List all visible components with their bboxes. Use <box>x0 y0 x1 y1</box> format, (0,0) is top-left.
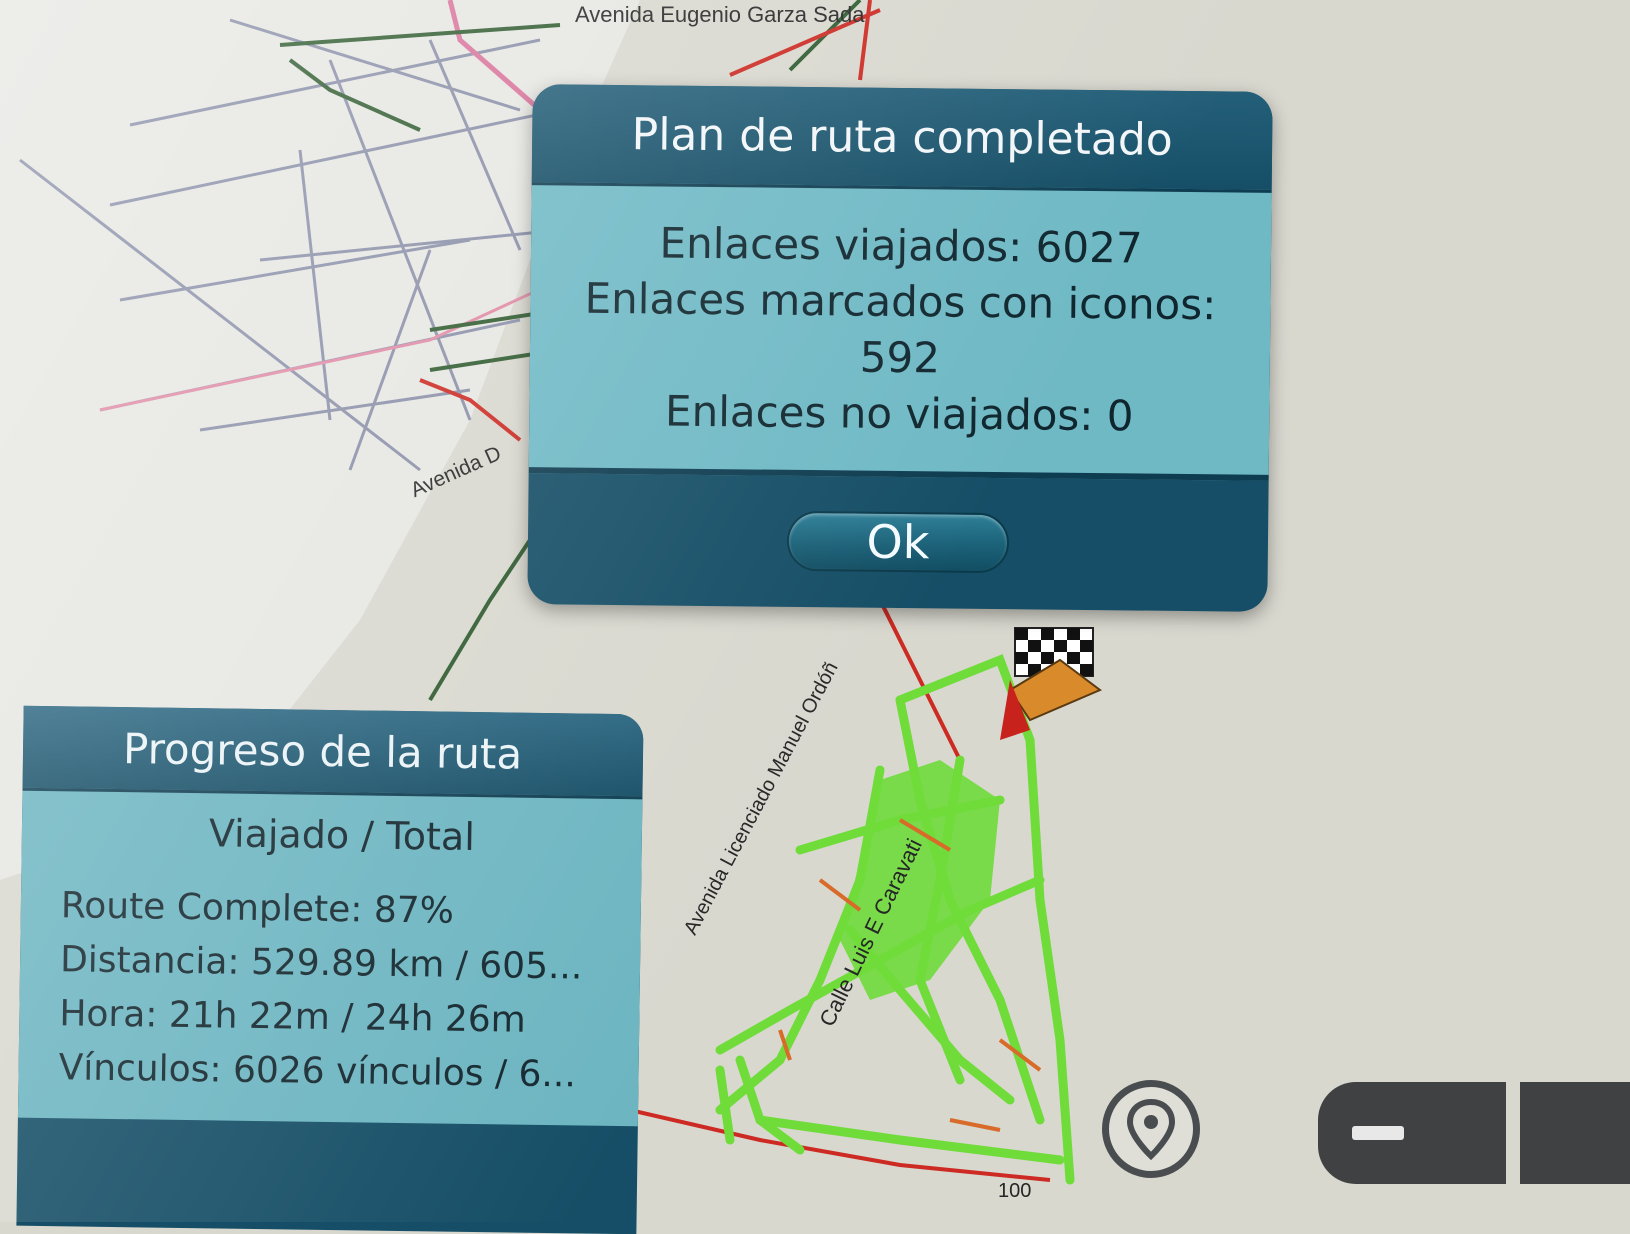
links-marked-text: Enlaces marcados con iconos: <box>584 273 1217 330</box>
road-number-label: 100 <box>998 1180 1032 1202</box>
ok-button[interactable]: Ok <box>786 510 1010 574</box>
links-not-traveled-text: Enlaces no viajados: 0 <box>664 386 1134 441</box>
dialog-title: Plan de ruta completado <box>531 84 1273 190</box>
route-completed-dialog: Plan de ruta completado Enlaces viajados… <box>527 84 1273 612</box>
street-label-garza-sada: Avenida Eugenio Garza Sada <box>575 2 865 27</box>
zoom-out-button[interactable] <box>1318 1082 1506 1184</box>
progress-title: Progreso de la ruta <box>22 705 644 797</box>
distance-row: Distancia: 529.89 km / 605... <box>59 939 583 988</box>
route-progress-panel: Progreso de la ruta Viajado / Total Rout… <box>16 705 644 1234</box>
dialog-body: Enlaces viajados: 6027 Enlaces marcados … <box>528 182 1272 481</box>
links-traveled-text: Enlaces viajados: 6027 <box>659 218 1143 273</box>
location-pin-icon <box>1126 1098 1176 1160</box>
links-marked-count: 592 <box>859 332 941 383</box>
zoom-in-button[interactable] <box>1520 1082 1630 1184</box>
dialog-footer: Ok <box>527 473 1268 611</box>
time-row: Hora: 21h 22m / 24h 26m <box>59 993 527 1041</box>
progress-body: Viajado / Total Route Complete: 87% Dist… <box>17 787 643 1127</box>
locate-button[interactable] <box>1102 1080 1200 1178</box>
progress-subheader: Viajado / Total <box>208 811 476 860</box>
minus-icon <box>1352 1126 1404 1140</box>
links-row: Vínculos: 6026 vínculos / 6... <box>58 1047 577 1096</box>
route-complete-row: Route Complete: 87% <box>60 885 455 932</box>
